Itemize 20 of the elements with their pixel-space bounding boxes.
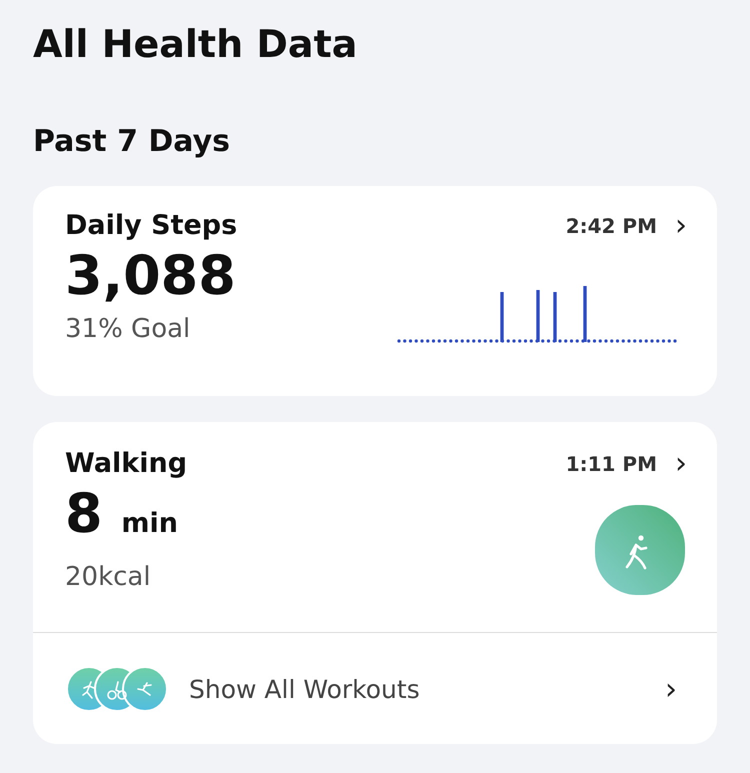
timestamp: 2:42 PM (566, 214, 657, 238)
step-bar (500, 292, 504, 342)
goal-text: 31% Goal (65, 313, 192, 346)
steps-card[interactable]: Daily Steps 2:42 PM › 3,088 31% Goal (33, 186, 717, 396)
duration-value: 8 min (65, 481, 178, 547)
workout-types-icon (65, 665, 169, 713)
chevron-icon: › (665, 672, 677, 706)
timestamp: 1:11 PM (566, 452, 657, 476)
show-all-workouts-row[interactable]: Show All Workouts › (33, 633, 717, 713)
step-bar (553, 292, 557, 342)
chevron-icon: › (675, 450, 687, 478)
card-title: Walking (65, 448, 188, 479)
calories-text: 20kcal (65, 561, 152, 594)
page-title: All Health Data (33, 21, 358, 68)
step-bar (583, 286, 587, 342)
steps-value: 3,088 (65, 243, 236, 309)
step-bar (536, 290, 540, 342)
card-title: Daily Steps (65, 210, 238, 241)
section-title: Past 7 Days (33, 123, 232, 161)
chevron-icon: › (675, 212, 687, 240)
